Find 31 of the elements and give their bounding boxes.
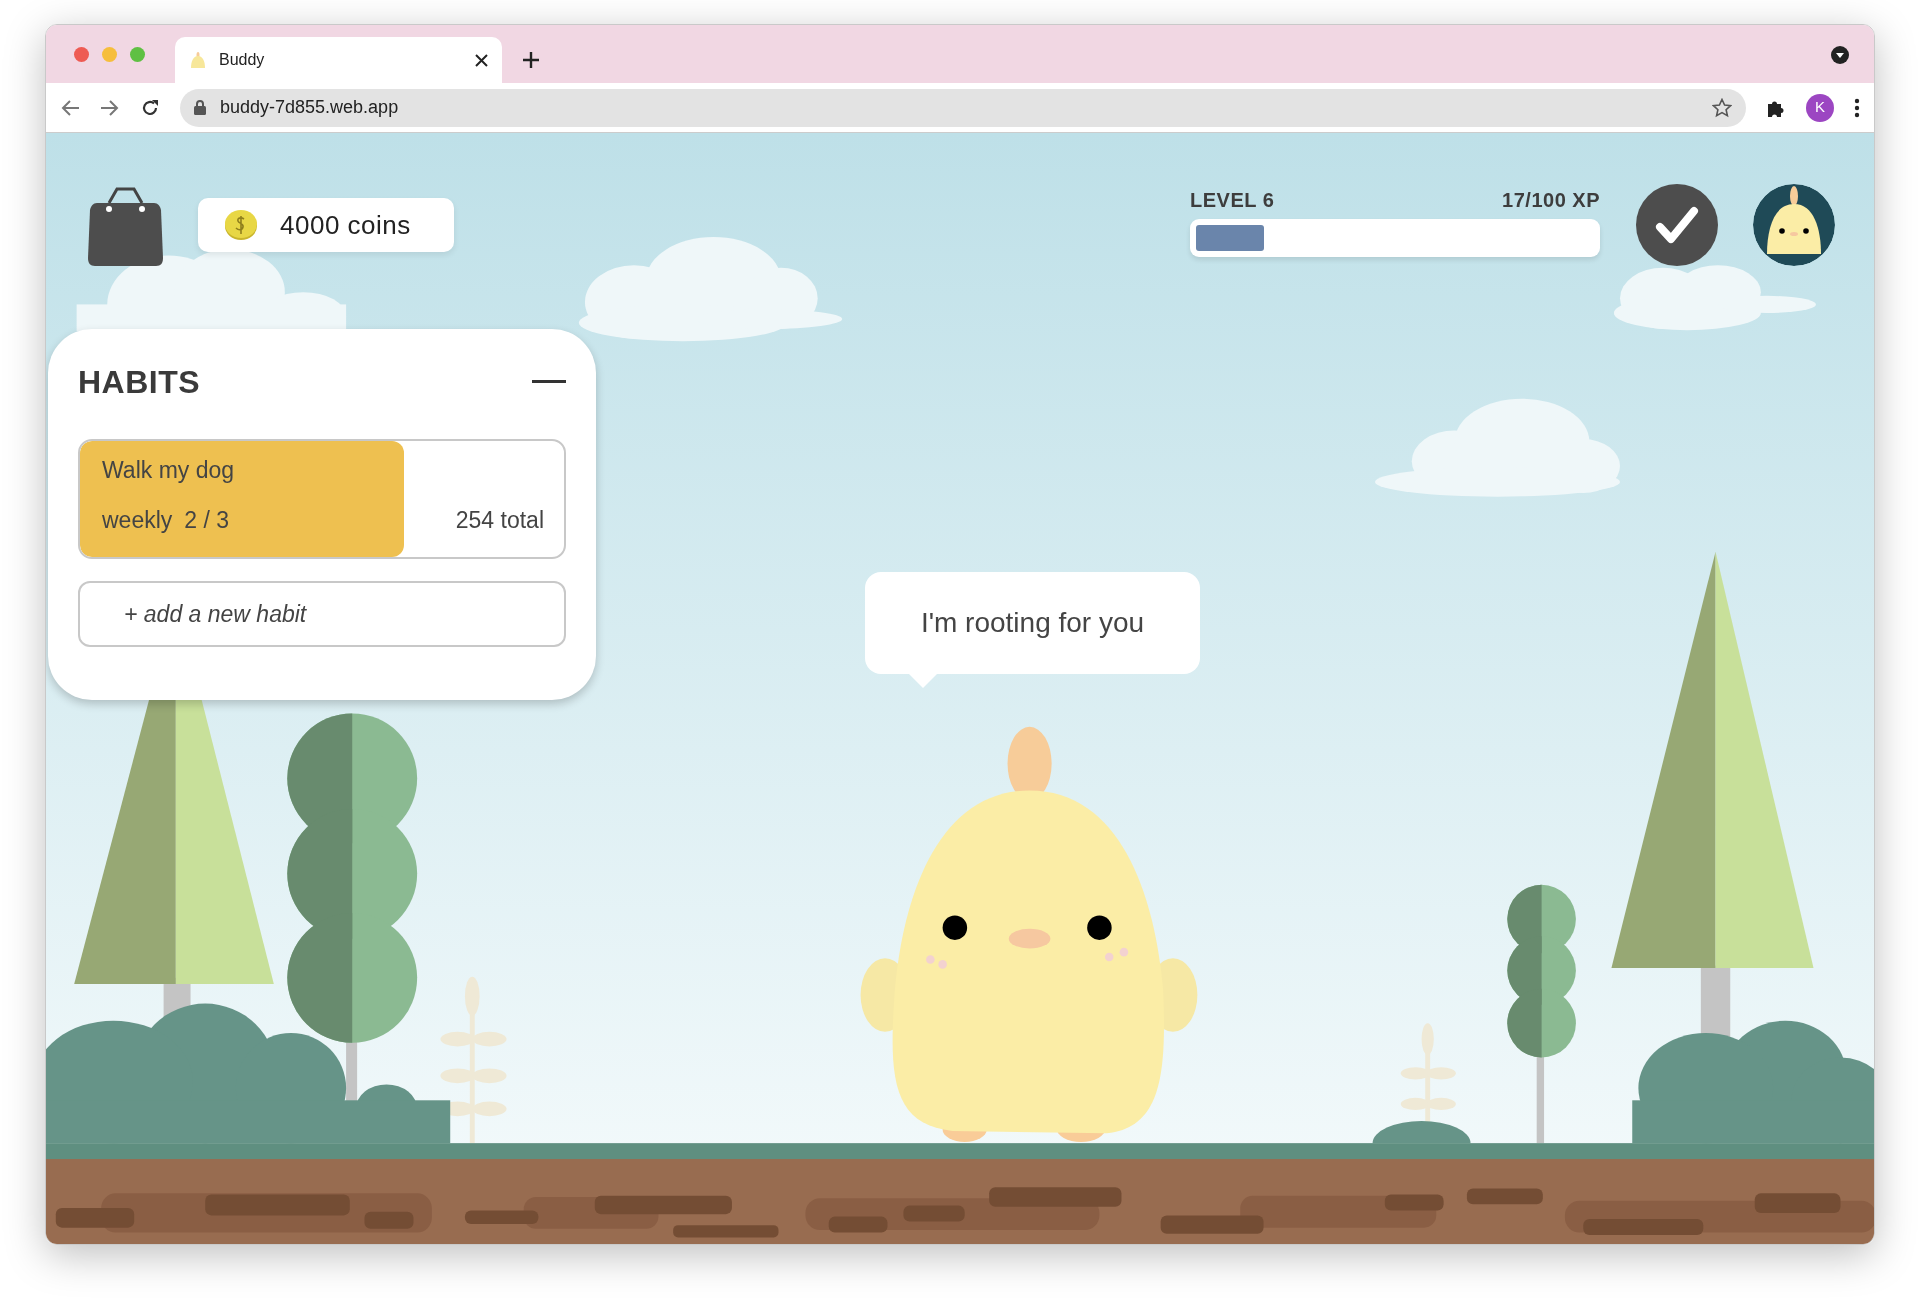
level-label: LEVEL 6 [1190, 188, 1275, 213]
panel-title: HABITS [78, 363, 201, 402]
address-bar[interactable]: buddy-7d855.web.app [180, 88, 1746, 127]
close-window-icon[interactable] [74, 46, 89, 62]
habit-card[interactable]: Walk my dog weekly 2 / 3 254 total [78, 439, 566, 560]
browser-tab[interactable]: Buddy [175, 37, 502, 83]
dropdown-icon[interactable] [1830, 45, 1850, 65]
minimize-icon[interactable] [532, 380, 566, 385]
tab-title: Buddy [219, 50, 266, 70]
shopping-bag-icon[interactable] [87, 185, 164, 267]
lock-icon [194, 100, 206, 115]
habit-progress: 2 / 3 [184, 505, 230, 535]
chick-favicon-icon [189, 51, 207, 69]
profile-avatar[interactable]: K [1806, 93, 1834, 122]
forward-arrow-icon[interactable] [100, 98, 120, 117]
coin-icon [224, 209, 258, 241]
habit-name: Walk my dog [102, 456, 235, 486]
add-habit-button[interactable]: + add a new habit [78, 581, 566, 648]
reload-icon[interactable] [140, 97, 160, 118]
xp-count: 17/100 XP [1502, 188, 1600, 213]
chick-avatar-icon[interactable] [1753, 184, 1835, 266]
coin-count: 4000 coins [280, 208, 411, 242]
more-menu-icon[interactable] [1854, 97, 1860, 118]
close-icon[interactable] [475, 53, 488, 67]
back-arrow-icon[interactable] [60, 98, 80, 117]
star-icon[interactable] [1712, 97, 1732, 118]
url-text: buddy-7d855.web.app [220, 96, 399, 119]
habit-frequency: weekly [102, 505, 173, 535]
checkmark-icon [1654, 205, 1700, 245]
habit-total: 254 total [455, 505, 544, 535]
plus-icon[interactable] [522, 51, 540, 69]
